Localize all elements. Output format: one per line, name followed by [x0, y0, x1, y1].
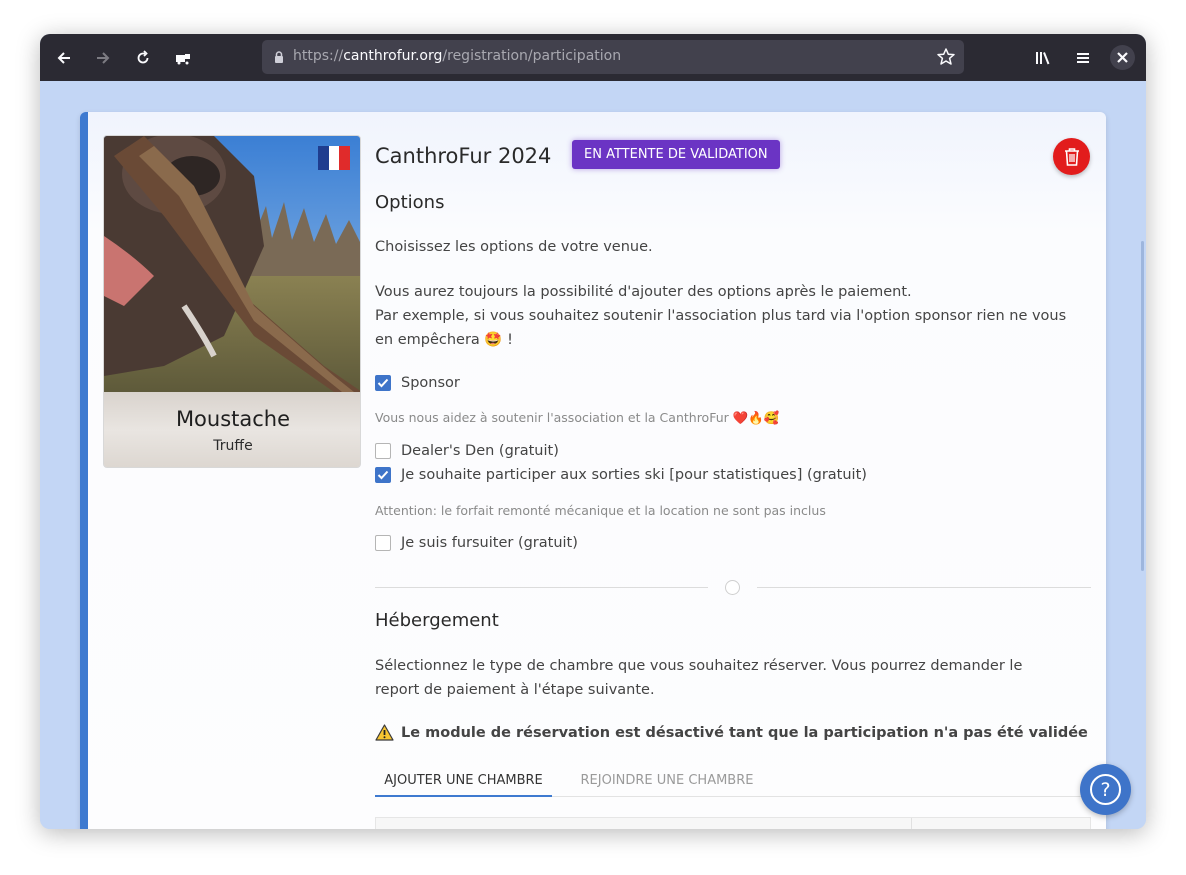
back-arrow-icon[interactable]: [52, 46, 76, 70]
sponsor-label: Sponsor: [401, 375, 460, 391]
menu-icon[interactable]: [1071, 46, 1095, 70]
warning-text: Le module de réservation est désactivé t…: [401, 724, 1088, 741]
url-bar[interactable]: https://canthrofur.org/registration/part…: [262, 40, 964, 74]
france-flag-icon: [318, 146, 350, 170]
option-sponsor[interactable]: Sponsor: [375, 373, 460, 393]
sponsor-checkbox[interactable]: [375, 375, 391, 391]
star-icon[interactable]: [936, 47, 956, 67]
divider-dot-icon: [725, 580, 740, 595]
housing-tabs: AJOUTER UNE CHAMBRE REJOINDRE UNE CHAMBR…: [375, 762, 1091, 797]
housing-warning: Le module de réservation est désactivé t…: [375, 724, 1088, 741]
help-icon: ?: [1090, 774, 1121, 805]
options-intro: Choisissez les options de votre venue.: [375, 239, 653, 255]
ski-checkbox[interactable]: [375, 467, 391, 483]
option-fursuiter[interactable]: Je suis fursuiter (gratuit): [375, 533, 578, 553]
event-title: CanthroFur 2024: [375, 144, 552, 168]
devtools-icon[interactable]: [171, 46, 195, 70]
option-dealers-den[interactable]: Dealer's Den (gratuit): [375, 441, 559, 461]
housing-heading: Hébergement: [375, 610, 499, 631]
options-note-line2: Par exemple, si vous souhaitez soutenir …: [375, 308, 1067, 348]
options-heading: Options: [375, 192, 445, 213]
ski-label: Je souhaite participer aux sorties ski […: [401, 467, 867, 483]
reload-icon[interactable]: [131, 46, 155, 70]
status-badge: EN ATTENTE DE VALIDATION: [572, 140, 780, 169]
warning-icon: [375, 724, 394, 741]
page-scrollbar[interactable]: [1141, 241, 1144, 571]
sponsor-help: Vous nous aidez à soutenir l'association…: [375, 410, 780, 425]
dealers-den-checkbox[interactable]: [375, 443, 391, 459]
trash-icon: [1064, 147, 1079, 166]
library-icon[interactable]: [1031, 46, 1055, 70]
section-divider: [375, 580, 1091, 595]
url-text[interactable]: https://canthrofur.org/registration/part…: [293, 48, 621, 64]
options-note-line1: Vous aurez toujours la possibilité d'ajo…: [375, 284, 912, 300]
dealers-den-label: Dealer's Den (gratuit): [401, 443, 559, 459]
lock-icon: [275, 51, 283, 63]
fursona-species: Truffe: [213, 438, 253, 454]
fursuiter-checkbox[interactable]: [375, 535, 391, 551]
fursona-card: Moustache Truffe: [103, 135, 361, 468]
room-form: [375, 817, 1091, 829]
tab-join-room[interactable]: REJOINDRE UNE CHAMBRE: [572, 762, 762, 797]
fursona-name: Moustache: [175, 407, 291, 431]
participation-card: Moustache Truffe CanthroFur 2024 EN ATTE…: [80, 112, 1106, 829]
fursuiter-label: Je suis fursuiter (gratuit): [401, 535, 578, 551]
checkmark-icon: [377, 378, 389, 388]
checkmark-icon: [377, 470, 389, 480]
tab-add-room[interactable]: AJOUTER UNE CHAMBRE: [375, 762, 552, 797]
fursona-photo: [104, 136, 360, 392]
option-ski[interactable]: Je souhaite participer aux sorties ski […: [375, 465, 867, 485]
page-content: Moustache Truffe CanthroFur 2024 EN ATTE…: [40, 81, 1146, 829]
housing-intro: Sélectionnez le type de chambre que vous…: [375, 658, 1023, 698]
forward-arrow-icon[interactable]: [91, 46, 115, 70]
close-icon[interactable]: [1110, 45, 1135, 70]
ski-help: Attention: le forfait remonté mécanique …: [375, 503, 826, 518]
browser-toolbar: https://canthrofur.org/registration/part…: [40, 34, 1146, 81]
fursona-caption: Moustache Truffe: [104, 392, 360, 467]
browser-window: https://canthrofur.org/registration/part…: [40, 34, 1146, 829]
delete-button[interactable]: [1053, 138, 1090, 175]
help-button[interactable]: ?: [1080, 764, 1131, 815]
